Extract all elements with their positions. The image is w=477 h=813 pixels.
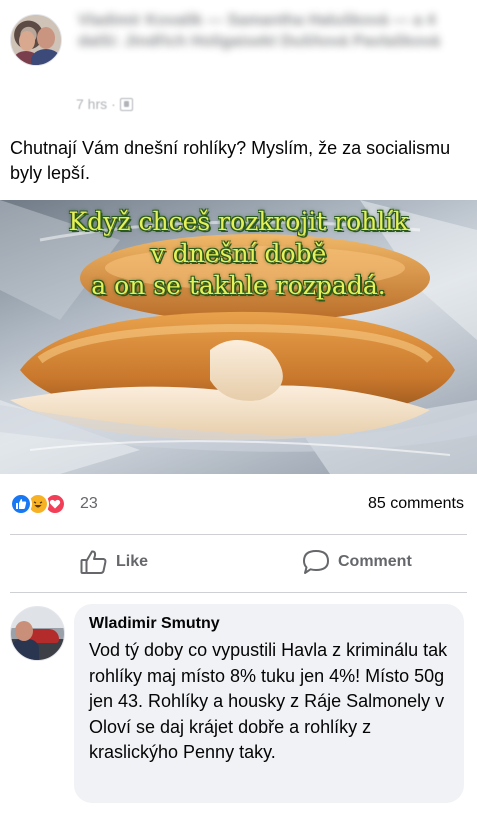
comments-count[interactable]: 85 comments	[368, 495, 464, 513]
reaction-count[interactable]: 23	[80, 495, 98, 513]
reactions-bar: 23 85 comments	[0, 488, 477, 520]
comment-label: Comment	[338, 553, 412, 570]
commenter-avatar[interactable]	[10, 606, 65, 661]
like-label: Like	[116, 553, 149, 570]
comment-author[interactable]: Wladimir Smutny	[89, 614, 450, 634]
post-time[interactable]: 7 hrs	[76, 96, 107, 112]
reaction-icons[interactable]	[10, 493, 66, 515]
thumbs-up-icon	[80, 550, 107, 574]
comment-text: Vod tý doby co vypustili Havla z kriminá…	[89, 640, 448, 762]
comment-bubble: Wladimir Smutny Vod tý doby co vypustili…	[74, 604, 464, 803]
post-actions: Like Comment	[0, 535, 477, 591]
meme-caption-line: a on se takhle rozpadá.	[91, 271, 386, 300]
meme-caption-line: v dnešní době	[150, 239, 327, 268]
post-image[interactable]: Když chceš rozkrojit rohlík v dnešní dob…	[0, 200, 477, 474]
author-names[interactable]: Vladimír Kovalík — Samantha Halušková — …	[78, 10, 448, 52]
post-meta: 7 hrs ·	[76, 96, 133, 112]
meme-caption-line: Když chceš rozkrojit rohlík	[68, 207, 409, 236]
like-icon	[10, 493, 32, 515]
meme-caption: Když chceš rozkrojit rohlík v dnešní dob…	[0, 206, 477, 302]
meta-separator: ·	[111, 96, 116, 112]
post-text: Chutnají Vám dnešní rohlíky? Myslím, že …	[10, 138, 451, 183]
comment-button[interactable]: Comment	[302, 549, 412, 575]
friends-icon	[119, 97, 133, 111]
post-header: Vladimír Kovalík — Samantha Halušková — …	[0, 0, 477, 122]
like-button[interactable]: Like	[80, 549, 148, 575]
divider	[10, 592, 467, 593]
comment-icon	[303, 550, 329, 574]
author-avatar[interactable]	[10, 14, 62, 66]
